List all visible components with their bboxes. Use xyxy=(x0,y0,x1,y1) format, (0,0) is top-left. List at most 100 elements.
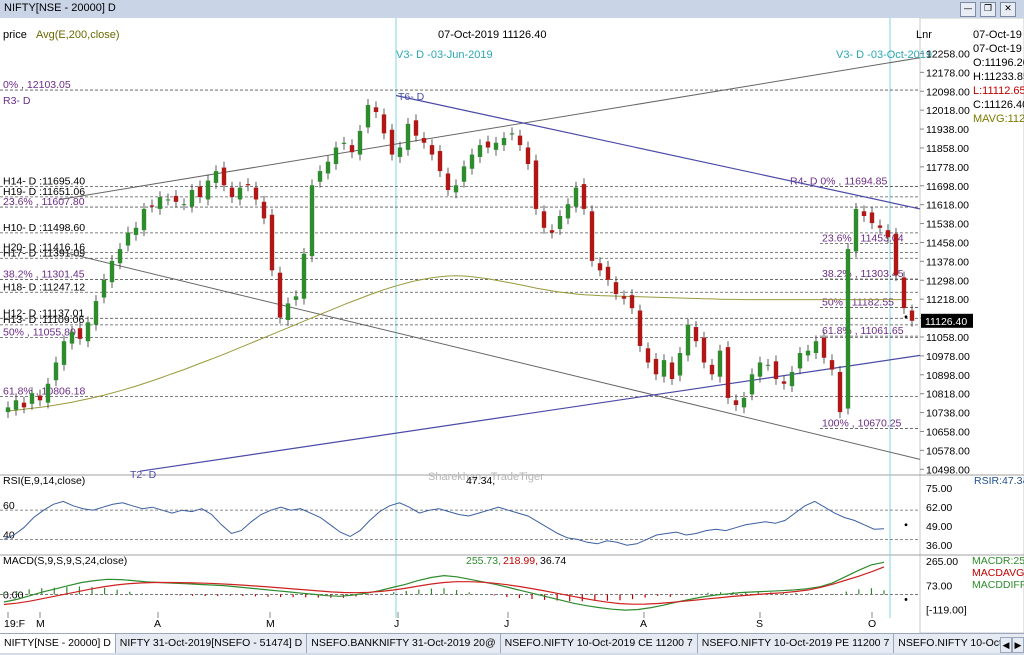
candle-body xyxy=(645,348,651,363)
candle-body xyxy=(797,353,803,369)
candle-body xyxy=(901,277,907,309)
candle-body xyxy=(757,362,763,377)
candle-body xyxy=(485,141,491,148)
candle-body xyxy=(717,350,723,377)
candle-body xyxy=(245,184,251,186)
price-tick-label-4: 11938.00 xyxy=(926,124,969,136)
price-tick-label-15: 11058.00 xyxy=(926,332,969,344)
level-label-4: H10- D :11498.60 xyxy=(3,222,85,234)
candle-body xyxy=(829,360,835,370)
tab-nifty-pe-11200[interactable]: NSEFO.NIFTY 10-Oct-2019 PE 11200 7 xyxy=(697,634,895,653)
candle-body xyxy=(541,211,547,228)
price-tick-label-17: 10898.00 xyxy=(926,370,970,382)
info-4: L:11112.65 xyxy=(973,85,1024,97)
candle-body xyxy=(437,151,443,172)
v3-jun-label: V3- D -03-Jun-2019 xyxy=(396,49,493,61)
candle-body xyxy=(293,296,299,300)
info-5: C:11126.40 xyxy=(973,99,1024,111)
candle-body xyxy=(669,362,675,380)
candle-body xyxy=(325,161,331,174)
candle-body xyxy=(45,383,51,403)
price-tick-label-13: 11218.00 xyxy=(926,294,969,306)
tab-nifty-ce[interactable]: NSEFO.NIFTY 10-Oct-2019 CE 11200 7 xyxy=(500,634,698,653)
close-button[interactable]: ✕ xyxy=(1000,2,1016,17)
current-price-text: 11126.40 xyxy=(925,316,967,328)
candle-body xyxy=(597,263,603,271)
candle-body xyxy=(421,138,427,143)
candle-body xyxy=(725,347,731,398)
rsi-dot xyxy=(904,523,908,527)
candle-body xyxy=(589,211,595,261)
price-tick-label-7: 11698.00 xyxy=(926,181,969,193)
macd-dot xyxy=(904,598,908,601)
price-tick-label-21: 10578.00 xyxy=(926,445,970,457)
axis-corner-label: Lnr xyxy=(916,29,932,41)
price-dot xyxy=(904,315,908,319)
candle-body xyxy=(213,171,219,183)
candle-body xyxy=(133,227,139,235)
candle-body xyxy=(125,232,131,246)
rsi-level-label-0: 60 xyxy=(3,500,15,512)
candle-body xyxy=(189,190,195,207)
candle-body xyxy=(445,173,451,191)
candle-body xyxy=(885,230,891,238)
tab-nifty-fut[interactable]: NIFTY 31-Oct-2019[NSEFO - 51474] D xyxy=(115,634,308,653)
info-1: 07-Oct-19 xyxy=(973,43,1022,55)
price-tick-label-20: 10658.00 xyxy=(926,426,970,438)
macd-right-label-2: MACDDIFF: xyxy=(972,579,1024,591)
info-3: H:11233.85 xyxy=(973,71,1024,83)
level-label-7: 38.2% , 11301.45 xyxy=(3,268,85,280)
candle-body xyxy=(301,253,307,299)
macd-value-diff: 36.74 xyxy=(540,555,566,567)
candle-body xyxy=(837,371,843,413)
candle-body xyxy=(813,341,819,354)
fib-label-0: R4- D 0% , 11694.85 xyxy=(790,176,887,188)
price-tick-label-8: 11618.00 xyxy=(926,200,969,212)
rsi-label: RSI(E,9,14,close) xyxy=(3,475,85,487)
candle-body xyxy=(613,282,619,294)
candle-body xyxy=(517,135,523,146)
info-0: 07-Oct-19 xyxy=(973,29,1022,41)
candle-body xyxy=(733,400,739,406)
candle-body xyxy=(149,205,155,207)
candle-body xyxy=(101,279,107,298)
candle-body xyxy=(397,147,403,157)
candle-body xyxy=(637,310,643,346)
level-label-11: 50% , 11055.80 xyxy=(3,326,76,338)
candle-body xyxy=(533,160,539,209)
macd-tick-2: [-119.00] xyxy=(926,604,967,616)
candle-body xyxy=(413,120,419,136)
minimize-button[interactable]: — xyxy=(960,2,976,17)
level-label-6: H17- D :11391.09 xyxy=(3,247,85,259)
candle-body xyxy=(277,272,283,318)
price-tick-label-6: 11778.00 xyxy=(926,162,969,174)
tab-nifty-d[interactable]: NIFTY[NSE - 20000] D xyxy=(0,634,116,653)
tab-scroll-right[interactable]: ▶ xyxy=(1012,637,1024,653)
candle-body xyxy=(909,310,915,321)
macd-value-avg: 218.99, xyxy=(503,555,538,567)
candle-body xyxy=(501,138,507,146)
candle-body xyxy=(93,301,99,325)
candle-body xyxy=(69,331,75,344)
tab-scroll-left[interactable]: ◀ xyxy=(1000,637,1012,653)
price-tick-label-1: 12178.00 xyxy=(926,67,970,79)
macd-tick-0: 265.00 xyxy=(926,556,958,568)
chart-svg[interactable]: price Avg(E,200,close) 07-Oct-2019 11126.4… xyxy=(0,18,1024,633)
candle-body xyxy=(221,167,227,186)
restore-button[interactable]: ❐ xyxy=(980,2,996,17)
candle-body xyxy=(365,104,371,128)
rsi-tick-2: 49.00 xyxy=(926,521,952,533)
level-label-12: 61.8% , 10806.18 xyxy=(3,385,85,397)
price-tick-label-12: 11298.00 xyxy=(926,275,969,287)
candle-body xyxy=(773,361,779,380)
candle-body xyxy=(85,322,91,342)
info-6: MAVG:11216 xyxy=(973,113,1024,125)
tab-banknifty[interactable]: NSEFO.BANKNIFTY 31-Oct-2019 20@ xyxy=(307,634,501,653)
price-tick-label-5: 11858.00 xyxy=(926,143,969,155)
candle-body xyxy=(477,145,483,157)
candle-body xyxy=(685,324,691,356)
candle-body xyxy=(349,145,355,153)
candle-body xyxy=(109,260,115,283)
chart-area[interactable]: price Avg(E,200,close) 07-Oct-2019 11126.4… xyxy=(0,18,1024,633)
candle-body xyxy=(861,211,867,216)
